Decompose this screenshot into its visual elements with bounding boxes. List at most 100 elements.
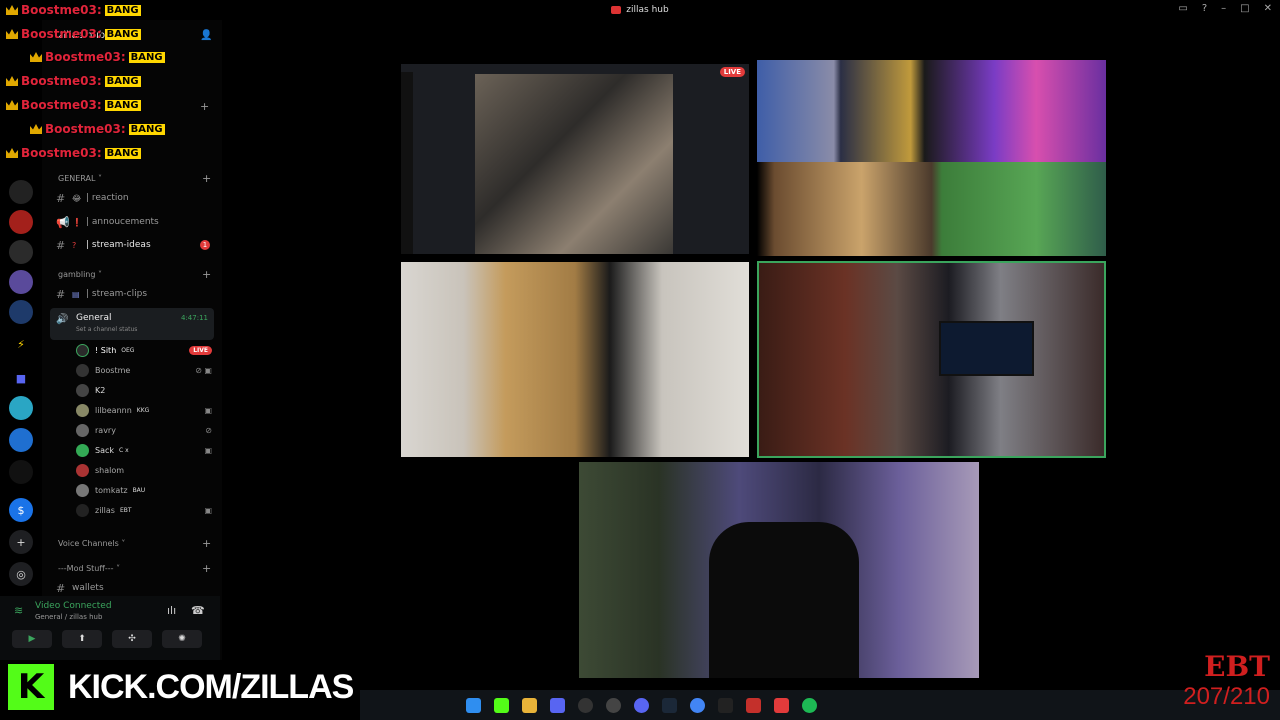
channel-emoji-icon: 😂 bbox=[72, 193, 82, 203]
voice-status-title[interactable]: Video Connected bbox=[35, 601, 112, 611]
screen-share-tile[interactable]: LIVE bbox=[401, 64, 749, 254]
voice-member[interactable]: Boostme ⊘ ▣ bbox=[76, 361, 216, 379]
soundboard-button[interactable]: ✺ bbox=[162, 630, 202, 648]
category-general[interactable]: GENERAL ˅ + bbox=[58, 172, 211, 185]
discord-icon[interactable] bbox=[634, 698, 649, 713]
category-voice-channels[interactable]: Voice Channels ˅ + bbox=[58, 537, 211, 550]
server-icon-1[interactable] bbox=[9, 180, 33, 204]
lightning-icon[interactable]: ⚡ bbox=[9, 332, 33, 356]
clip-icon: ▤ bbox=[72, 289, 80, 299]
category-mod-stuff[interactable]: ---Mod Stuff--- ˅ + bbox=[58, 562, 211, 575]
streamer-silhouette bbox=[709, 522, 859, 678]
video-tile-webcam-2[interactable] bbox=[757, 261, 1106, 458]
crown-icon bbox=[6, 100, 18, 110]
activities-button[interactable]: ✣ bbox=[112, 630, 152, 648]
video-tile-webcam-1[interactable] bbox=[401, 262, 749, 457]
voice-member[interactable]: lilbeannn KKG ▣ bbox=[76, 401, 216, 419]
add-channel-icon[interactable]: + bbox=[202, 172, 211, 185]
explore-icon[interactable]: ◎ bbox=[9, 562, 33, 586]
title-bar: zillas hub ▭ ? – □ ✕ bbox=[0, 0, 1280, 20]
voice-channel-name: General bbox=[76, 313, 112, 323]
chat-message: Boostme03: BANG bbox=[30, 119, 165, 139]
close-icon[interactable]: ✕ bbox=[1264, 3, 1272, 14]
video-tile-webcam-3[interactable] bbox=[579, 462, 979, 678]
folder-icon[interactable] bbox=[522, 698, 537, 713]
channel-annoucements[interactable]: 📢 ❗ | annoucements bbox=[56, 213, 216, 231]
chat-message: Boostme03: BANG bbox=[30, 47, 165, 67]
server-icon-10[interactable] bbox=[9, 460, 33, 484]
add-channel-icon[interactable]: + bbox=[200, 100, 209, 113]
folder-icon[interactable]: ■ bbox=[9, 366, 33, 390]
voice-member[interactable]: shalom bbox=[76, 461, 216, 479]
noise-suppression-icon[interactable]: ılı bbox=[167, 604, 176, 617]
speaker-icon: 🔊 bbox=[56, 314, 69, 325]
add-channel-icon[interactable]: + bbox=[202, 562, 211, 575]
obs-icon[interactable] bbox=[606, 698, 621, 713]
server-icon-9[interactable] bbox=[9, 428, 33, 452]
help-icon[interactable]: ? bbox=[1202, 3, 1207, 14]
chrome-icon[interactable] bbox=[690, 698, 705, 713]
megaphone-icon: 📢 bbox=[56, 215, 70, 229]
voice-member[interactable]: Sack C x ▣ bbox=[76, 441, 216, 459]
steam-icon[interactable] bbox=[662, 698, 677, 713]
signal-icon[interactable]: ≋ bbox=[14, 604, 23, 617]
dollar-icon[interactable]: $ bbox=[9, 498, 33, 522]
camera-button[interactable]: ▶ bbox=[12, 630, 52, 648]
video-tile-collage[interactable] bbox=[757, 60, 1106, 256]
voice-timer: 4:47:11 bbox=[181, 314, 208, 322]
voice-member[interactable]: ! Sith OEG LIVE bbox=[76, 341, 216, 359]
live-badge: LIVE bbox=[719, 67, 745, 77]
ebt-counter-overlay: EBT 207/210 bbox=[1150, 650, 1270, 710]
app-icon-red-2[interactable] bbox=[774, 698, 789, 713]
chat-message: Boostme03: BANG bbox=[6, 0, 141, 20]
channel-wallets[interactable]: # wallets bbox=[56, 579, 216, 597]
voice-member[interactable]: tomkatz BAU bbox=[76, 481, 216, 499]
app-icon-red[interactable] bbox=[746, 698, 761, 713]
add-server-icon[interactable]: + bbox=[9, 530, 33, 554]
channel-reaction[interactable]: # 😂 | reaction bbox=[56, 189, 216, 207]
voice-connection-panel: ≋ Video Connected General / zillas hub ı… bbox=[0, 596, 220, 660]
add-channel-icon[interactable]: + bbox=[202, 537, 211, 550]
kick-url: KICK.COM/ZILLAS bbox=[62, 667, 360, 707]
chat-message: Boostme03: BANG bbox=[6, 24, 141, 44]
add-member-icon[interactable]: 👤 bbox=[200, 30, 212, 41]
maximize-icon[interactable]: □ bbox=[1240, 3, 1249, 14]
category-gambling[interactable]: gambling ˅ + bbox=[58, 268, 211, 281]
avatar bbox=[76, 483, 89, 497]
crown-icon bbox=[30, 52, 42, 62]
screen-share-content bbox=[475, 74, 673, 254]
voice-member[interactable]: K2 bbox=[76, 381, 216, 399]
server-icon-3[interactable] bbox=[9, 240, 33, 264]
app-icon[interactable] bbox=[578, 698, 593, 713]
app-grid-icon[interactable] bbox=[550, 698, 565, 713]
spotify-icon[interactable] bbox=[802, 698, 817, 713]
voice-channel-status[interactable]: Set a channel status bbox=[76, 326, 137, 333]
inbox-icon[interactable]: ▭ bbox=[1178, 3, 1187, 14]
server-icon-8[interactable] bbox=[9, 396, 33, 420]
channel-stream-clips[interactable]: # ▤ | stream-clips bbox=[56, 285, 216, 303]
avatar bbox=[76, 383, 89, 397]
kick-app-icon[interactable] bbox=[494, 698, 509, 713]
chat-message: Boostme03: BANG bbox=[6, 95, 141, 115]
voice-channel-general[interactable]: 🔊 General Set a channel status 4:47:11 bbox=[50, 308, 214, 340]
minimize-icon[interactable]: – bbox=[1221, 3, 1226, 14]
server-icon-2[interactable] bbox=[9, 210, 33, 234]
voice-member[interactable]: ravry ⊘ bbox=[76, 421, 216, 439]
start-icon[interactable] bbox=[466, 698, 481, 713]
voice-status-subtitle: General / zillas hub bbox=[35, 613, 103, 621]
add-channel-icon[interactable]: + bbox=[202, 268, 211, 281]
webcam-feed bbox=[759, 263, 1104, 456]
disconnect-icon[interactable]: ☎ bbox=[191, 604, 205, 617]
hash-icon: # bbox=[56, 287, 66, 301]
voice-member[interactable]: zillas EBT ▣ bbox=[76, 501, 216, 519]
muted-icon: ⊘ bbox=[205, 425, 212, 435]
unread-badge: 1 bbox=[200, 240, 210, 250]
next-icon[interactable] bbox=[718, 698, 733, 713]
kick-logo: K bbox=[6, 662, 56, 712]
server-icon-5[interactable] bbox=[9, 300, 33, 324]
server-icon-4[interactable] bbox=[9, 270, 33, 294]
channel-stream-ideas[interactable]: # ? | stream-ideas 1 bbox=[56, 236, 216, 254]
kick-banner: K KICK.COM/ZILLAS bbox=[6, 662, 360, 712]
screen-share-button[interactable]: ⬆ bbox=[62, 630, 102, 648]
crown-icon bbox=[6, 76, 18, 86]
